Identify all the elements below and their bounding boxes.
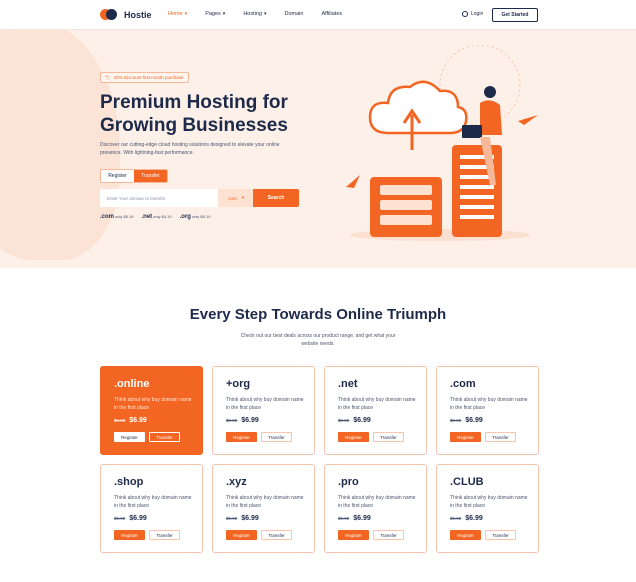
card-description: Think about why buy domain name in the f… xyxy=(226,397,304,411)
domain-card-shop: .shop Think about why buy domain name in… xyxy=(100,464,203,553)
domain-card-online: .online Think about why buy domain name … xyxy=(100,366,203,455)
get-started-button[interactable]: Get Started xyxy=(492,8,538,22)
card-description: Think about why buy domain name in the f… xyxy=(114,397,192,411)
tld-price-list: .comonly $6.19 .netonly $4.19 .orgonly $… xyxy=(100,214,210,220)
domain-card-xyz: .xyz Think about why buy domain name in … xyxy=(212,464,315,553)
domain-card-com: .com Think about why buy domain name in … xyxy=(436,366,539,455)
hero-background-blob xyxy=(0,20,120,260)
hosting-illustration xyxy=(346,45,538,241)
site-header: Hostie Home ▾ Pages ▾ Hosting ▾ Domain Affi… xyxy=(0,0,636,30)
transfer-button[interactable]: Transfer xyxy=(373,432,404,442)
card-price: $9.99 $6.99 xyxy=(338,515,371,522)
domain-card-pro: .pro Think about why buy domain name in … xyxy=(324,464,427,553)
chevron-down-icon: ▾ xyxy=(184,11,188,17)
card-price: $9.99 $6.99 xyxy=(114,417,147,424)
search-button[interactable]: Search xyxy=(253,189,299,207)
register-button[interactable]: Register xyxy=(114,530,145,540)
tld-price-com: .comonly $6.19 xyxy=(100,214,134,220)
register-button[interactable]: Register xyxy=(114,432,145,442)
transfer-button[interactable]: Transfer xyxy=(485,530,516,540)
card-price: $9.99 $6.99 xyxy=(450,515,483,522)
tld-name: .online xyxy=(114,378,150,390)
toggle-transfer-button[interactable]: Transfer xyxy=(134,170,167,182)
card-description: Think about why buy domain name in the f… xyxy=(226,495,304,509)
domain-card-net: .net Think about why buy domain name in … xyxy=(324,366,427,455)
nav-item-hosting[interactable]: Hosting ▾ xyxy=(243,11,266,17)
nav-item-pages[interactable]: Pages ▾ xyxy=(205,11,225,17)
tld-name: .com xyxy=(450,378,476,390)
card-description: Think about why buy domain name in the f… xyxy=(114,495,192,509)
register-button[interactable]: Register xyxy=(226,530,257,540)
transfer-button[interactable]: Transfer xyxy=(261,530,292,540)
register-button[interactable]: Register xyxy=(338,530,369,540)
tld-name: .CLUB xyxy=(450,476,484,488)
login-link[interactable]: Login xyxy=(462,11,483,17)
toggle-register-button[interactable]: Register xyxy=(101,170,134,182)
transfer-button[interactable]: Transfer xyxy=(149,432,180,442)
nav-item-domain[interactable]: Domain xyxy=(284,11,303,17)
register-button[interactable]: Register xyxy=(226,432,257,442)
discount-badge: 🏷 30% Discount first month purchase xyxy=(100,72,189,83)
section-title: Every Step Towards Online Triumph xyxy=(189,306,447,323)
card-price: $9.99 $6.99 xyxy=(114,515,147,522)
card-description: Think about why buy domain name in the f… xyxy=(338,397,416,411)
chevron-down-icon: ▾ xyxy=(222,11,226,17)
card-price: $9.99 $6.99 xyxy=(226,417,259,424)
tld-name: +org xyxy=(226,378,251,390)
tld-name: .net xyxy=(338,378,358,390)
card-price: $9.99 $6.99 xyxy=(226,515,259,522)
domain-search: Enter Your domain to transfer .com ▾ Sea… xyxy=(100,189,299,207)
tld-name: .shop xyxy=(114,476,144,488)
section-subtitle: Check out our best deals across our prod… xyxy=(240,333,396,347)
domain-card-club: .CLUB Think about why buy domain name in… xyxy=(436,464,539,553)
card-price: $9.99 $6.99 xyxy=(450,417,483,424)
card-price: $9.99 $6.99 xyxy=(338,417,371,424)
hero-description: Discover our cutting-edge cloud hosting … xyxy=(100,142,280,156)
transfer-button[interactable]: Transfer xyxy=(149,530,180,540)
transfer-button[interactable]: Transfer xyxy=(261,432,292,442)
hero-title: Premium Hosting for Growing Businesses xyxy=(100,92,288,136)
tld-price-net: .netonly $4.19 xyxy=(141,214,172,220)
register-button[interactable]: Register xyxy=(450,530,481,540)
brand-logo[interactable]: Hostie xyxy=(100,9,152,20)
domain-search-input[interactable]: Enter Your domain to transfer xyxy=(100,189,218,207)
card-description: Think about why buy domain name in the f… xyxy=(450,397,528,411)
nav-item-home[interactable]: Home ▾ xyxy=(168,11,187,17)
tld-name: .xyz xyxy=(226,476,247,488)
card-description: Think about why buy domain name in the f… xyxy=(450,495,528,509)
domain-card-org: +org Think about why buy domain name in … xyxy=(212,366,315,455)
transfer-button[interactable]: Transfer xyxy=(373,530,404,540)
register-button[interactable]: Register xyxy=(338,432,369,442)
nav-item-affiliates[interactable]: Affiliates xyxy=(321,11,342,17)
tag-icon: 🏷 xyxy=(105,74,111,80)
main-nav: Home ▾ Pages ▾ Hosting ▾ Domain Affiliates xyxy=(168,11,360,17)
logo-mark-icon xyxy=(100,9,117,20)
extension-select[interactable]: .com ▾ xyxy=(218,189,253,207)
tld-price-org: .orgonly $8.19 xyxy=(179,214,211,220)
card-description: Think about why buy domain name in the f… xyxy=(338,495,416,509)
transfer-button[interactable]: Transfer xyxy=(485,432,516,442)
register-button[interactable]: Register xyxy=(450,432,481,442)
register-transfer-toggle: Register Transfer xyxy=(100,169,168,183)
brand-name: Hostie xyxy=(124,9,152,20)
chevron-down-icon: ▾ xyxy=(263,11,267,17)
user-icon xyxy=(462,11,468,17)
tld-name: .pro xyxy=(338,476,359,488)
chevron-down-icon: ▾ xyxy=(241,195,245,200)
